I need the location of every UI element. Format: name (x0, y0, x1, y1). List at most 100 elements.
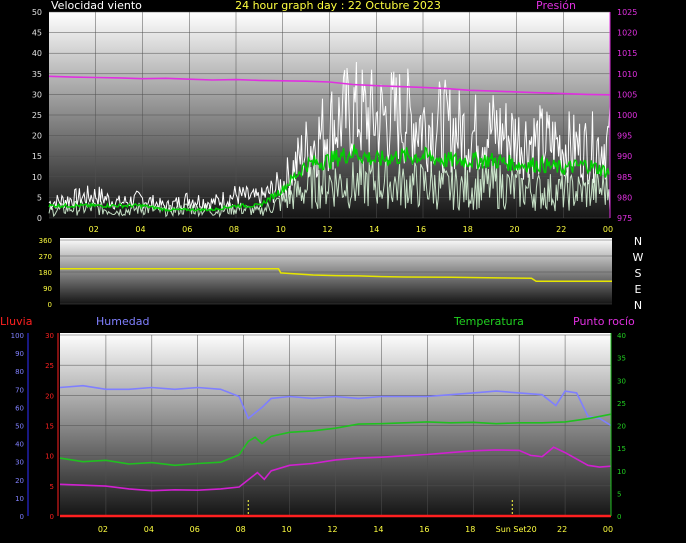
humidity-axis: 0 10 20 30 40 50 60 70 80 90 100 (11, 332, 24, 521)
humidity-tick-label: 60 (15, 404, 24, 412)
wind-x-tick-label: 16 (416, 225, 426, 234)
temperature-axis: 0 5 10 15 20 25 30 35 40 (617, 332, 626, 521)
compass-label: S (635, 267, 642, 280)
pressure-tick-label: 1005 (617, 90, 637, 99)
temperature-x-tick-label: 04 (144, 525, 154, 534)
temperature-x-tick-label: 14 (373, 525, 383, 534)
pressure-tick-label: 985 (617, 173, 632, 182)
direction-tick-label: 180 (39, 269, 52, 277)
temperature-x-tick-label: 08 (236, 525, 246, 534)
temperature-x-tick-label: 00 (603, 525, 613, 534)
wind-tick-label: 5 (37, 193, 42, 202)
humidity-tick-label: 30 (15, 459, 24, 467)
rain-tick-label: 5 (50, 483, 54, 491)
wind-x-tick-label: 18 (463, 225, 473, 234)
temperature-x-axis: 02 04 06 08 10 12 14 16 18 Sun Set20 22 00 (98, 525, 613, 534)
temperature-x-tick-label: 12 (327, 525, 337, 534)
pressure-tick-label: 1025 (617, 8, 637, 17)
rain-tick-label: 0 (50, 513, 54, 521)
wind-tick-label: 10 (32, 173, 42, 182)
direction-axis: 0 90 180 270 360 (39, 237, 52, 309)
temperature-x-tick-label: 16 (419, 525, 429, 534)
pressure-tick-label: 1020 (617, 29, 637, 38)
wind-x-tick-label: 06 (182, 225, 192, 234)
wind-tick-label: 50 (32, 8, 42, 17)
wind-tick-label: 20 (32, 132, 42, 141)
direction-tick-label: 270 (39, 253, 52, 261)
wind-tick-label: 25 (32, 111, 42, 120)
pressure-axis-title: Presión (536, 0, 576, 12)
temperature-tick-label: 30 (617, 377, 626, 385)
wind-x-tick-label: 08 (229, 225, 239, 234)
direction-tick-label: 90 (43, 285, 52, 293)
wind-x-tick-label: 22 (556, 225, 566, 234)
pressure-tick-label: 975 (617, 214, 632, 223)
rain-axis: 0 5 10 15 20 25 30 (45, 332, 54, 521)
rain-tick-label: 20 (45, 392, 54, 400)
temperature-x-tick-label: 22 (557, 525, 567, 534)
temperature-x-tick-label: 06 (190, 525, 200, 534)
wind-tick-label: 35 (32, 70, 42, 79)
wind-axis-title: Velocidad viento (51, 0, 142, 12)
wind-tick-label: 0 (37, 214, 42, 223)
temperature-tick-label: 35 (617, 355, 626, 363)
temperature-tick-label: 10 (617, 468, 626, 476)
direction-plot-area (60, 238, 612, 304)
compass-label: N (634, 299, 642, 312)
compass-label: W (633, 251, 644, 264)
pressure-tick-label: 980 (617, 193, 632, 202)
wind-left-axis: 0 5 10 15 20 25 30 35 40 45 50 (32, 8, 42, 223)
wind-tick-label: 30 (32, 90, 42, 99)
weather-graph: 05101520253035404550 9759809859909951000… (0, 0, 644, 534)
pressure-tick-label: 995 (617, 132, 632, 141)
humidity-tick-label: 70 (15, 386, 24, 394)
temperature-tick-label: 15 (617, 445, 626, 453)
wind-tick-label: 40 (32, 49, 42, 58)
direction-tick-label: 0 (48, 301, 52, 309)
compass-label: N (634, 235, 642, 248)
compass-labels: NWSEN (633, 235, 644, 312)
humidity-tick-label: 100 (11, 332, 24, 340)
rain-tick-label: 30 (45, 332, 54, 340)
rain-tick-label: 25 (45, 362, 54, 370)
temperature-panel: 0 5 10 15 20 25 30 0 10 20 30 40 50 60 70 80 90 100 0 5 10… (0, 315, 635, 534)
humidity-tick-label: 0 (20, 513, 24, 521)
rain-tick-label: 15 (45, 423, 54, 431)
pressure-tick-label: 1010 (617, 70, 637, 79)
wind-x-axis: 02 04 06 08 10 12 14 16 18 20 22 00 (89, 225, 613, 234)
temperature-tick-label: 5 (617, 490, 621, 498)
wind-x-tick-label: 00 (603, 225, 613, 234)
temperature-tick-label: 25 (617, 400, 626, 408)
humidity-tick-label: 90 (15, 350, 24, 358)
wind-x-tick-label: 20 (509, 225, 519, 234)
humidity-tick-label: 10 (15, 495, 24, 503)
wind-x-tick-label: 04 (135, 225, 145, 234)
pressure-tick-label: 1000 (617, 111, 637, 120)
direction-panel: 090180270360 NWSEN (39, 235, 644, 312)
pressure-axis: 975 980 985 990 995 1000 1005 1010 1015 1020 1025 (617, 8, 637, 223)
humidity-tick-label: 20 (15, 477, 24, 485)
temperature-x-tick-label: 02 (98, 525, 108, 534)
temperature-x-tick-label: 10 (281, 525, 291, 534)
wind-x-tick-label: 14 (369, 225, 379, 234)
rain-tick-label: 10 (45, 453, 54, 461)
wind-tick-label: 45 (32, 29, 42, 38)
temperature-tick-label: 20 (617, 423, 626, 431)
temperature-x-tick-label: Sun Set20 (496, 525, 537, 534)
humidity-tick-label: 80 (15, 368, 24, 376)
direction-tick-label: 360 (39, 237, 52, 245)
temperature-tick-label: 40 (617, 332, 626, 340)
graph-title: 24 hour graph day : 22 Octubre 2023 (235, 0, 441, 12)
compass-label: E (635, 283, 642, 296)
humidity-tick-label: 40 (15, 441, 24, 449)
temperature-legend: Temperatura (453, 315, 524, 328)
wind-x-tick-label: 12 (322, 225, 332, 234)
rain-axis-title: Lluvia (0, 315, 32, 328)
wind-x-tick-label: 10 (276, 225, 286, 234)
humidity-axis-title: Humedad (96, 315, 149, 328)
humidity-tick-label: 50 (15, 423, 24, 431)
pressure-tick-label: 990 (617, 152, 632, 161)
temperature-tick-label: 0 (617, 513, 621, 521)
pressure-tick-label: 1015 (617, 49, 637, 58)
wind-tick-label: 15 (32, 152, 42, 161)
